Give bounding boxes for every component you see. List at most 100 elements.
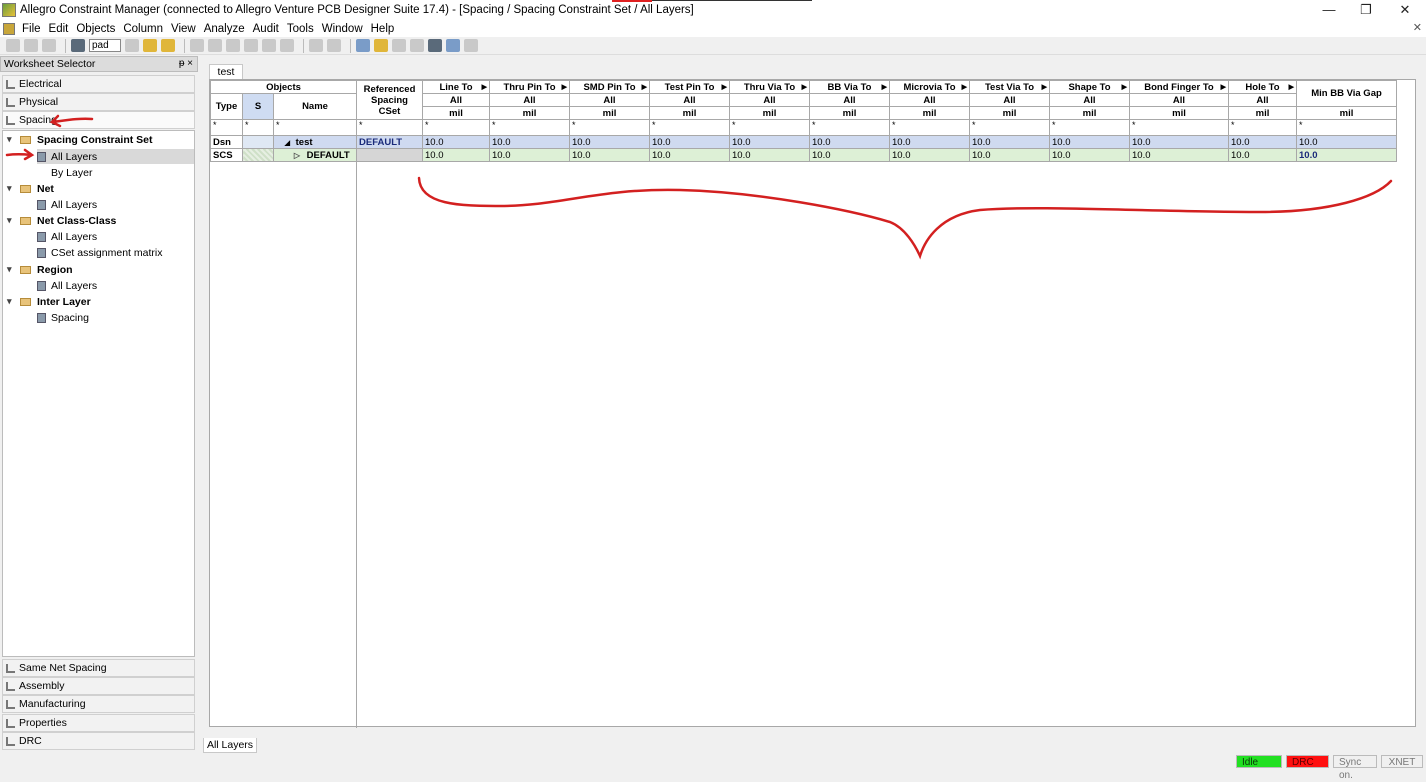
value-cell[interactable]: 10.0 — [889, 148, 970, 162]
cset-cell[interactable] — [356, 148, 423, 162]
name-cell[interactable]: ▷ DEFAULT — [273, 148, 357, 162]
tree-node-spacing-all-layers[interactable]: All Layers — [37, 149, 194, 164]
filter-cell[interactable]: * — [1049, 119, 1130, 136]
tree-node-spacing-constraint-set[interactable]: ▾ Spacing Constraint Set — [7, 132, 153, 147]
tree-node-net-class-class[interactable]: ▾ Net Class-Class — [7, 213, 116, 228]
filter-icon[interactable] — [190, 39, 204, 52]
menu-view[interactable]: View — [167, 23, 200, 35]
audit-icon[interactable] — [410, 39, 424, 52]
filter-cell[interactable]: * — [489, 119, 570, 136]
value-cell[interactable]: 10.0 — [729, 148, 810, 162]
analyze-icon[interactable] — [392, 39, 406, 52]
filter-buses-icon[interactable] — [262, 39, 276, 52]
collapse-icon[interactable]: ▾ — [7, 296, 17, 307]
cset-header[interactable]: Referenced Spacing CSet — [356, 80, 423, 120]
pin-close-icon[interactable]: ᵽ × — [179, 57, 193, 71]
expand-arrow-icon[interactable]: ▶ — [802, 83, 807, 91]
value-cell[interactable]: 10.0 — [809, 135, 890, 149]
column-header[interactable]: Test Via To ▶ — [969, 80, 1050, 94]
paste-icon[interactable] — [42, 39, 56, 52]
filter-groups-icon[interactable] — [280, 39, 294, 52]
column-header[interactable]: Microvia To ▶ — [889, 80, 970, 94]
tree-node-region[interactable]: ▾ Region — [7, 262, 73, 277]
value-cell[interactable]: 10.0 — [889, 135, 970, 149]
expand-arrow-icon[interactable]: ▶ — [562, 83, 567, 91]
value-cell[interactable]: 10.0 — [422, 148, 490, 162]
column-header[interactable]: SMD Pin To ▶ — [569, 80, 650, 94]
menu-edit[interactable]: Edit — [45, 23, 73, 35]
expand-arrow-icon[interactable]: ▶ — [642, 83, 647, 91]
tab-physical[interactable]: Physical — [2, 93, 195, 111]
column-header-min-bb-via-gap[interactable]: Min BB Via Gap — [1296, 80, 1397, 107]
filter-cell[interactable]: * — [356, 119, 423, 136]
filter-cell[interactable]: * — [649, 119, 730, 136]
status-xnet[interactable]: XNET — [1381, 755, 1423, 768]
type-cell[interactable]: SCS — [210, 148, 243, 162]
menu-file[interactable]: File — [18, 23, 45, 35]
tree-node-ncc-all-layers[interactable]: All Layers — [37, 229, 97, 244]
value-cell[interactable]: 10.0 — [569, 148, 650, 162]
expand-icon[interactable]: ▷ — [276, 151, 300, 160]
tab-electrical[interactable]: Electrical — [2, 75, 195, 93]
value-cell[interactable]: 10.0 — [649, 135, 730, 149]
tree-node-inter-layer[interactable]: ▾ Inter Layer — [7, 294, 91, 309]
menu-window[interactable]: Window — [318, 23, 367, 35]
tree-node-inter-layer-spacing[interactable]: Spacing — [37, 310, 89, 325]
column-header[interactable]: Shape To ▶ — [1049, 80, 1130, 94]
assign-icon[interactable] — [374, 39, 388, 52]
close-document-button[interactable]: ✕ — [1413, 21, 1422, 34]
tab-properties[interactable]: Properties — [2, 714, 195, 732]
back-arrow-icon[interactable] — [309, 39, 323, 52]
menu-tools[interactable]: Tools — [283, 23, 318, 35]
tree-node-net-all-layers[interactable]: All Layers — [37, 197, 97, 212]
tree-node-net[interactable]: ▾ Net — [7, 181, 54, 196]
menu-column[interactable]: Column — [119, 23, 167, 35]
value-cell[interactable]: 10.0 — [1228, 148, 1297, 162]
column-header[interactable]: Test Pin To ▶ — [649, 80, 730, 94]
cset-cell[interactable]: DEFAULT — [356, 135, 423, 149]
filter-cell[interactable]: * — [273, 119, 357, 136]
expand-arrow-icon[interactable]: ▶ — [1042, 83, 1047, 91]
menu-audit[interactable]: Audit — [249, 23, 283, 35]
expand-arrow-icon[interactable]: ▶ — [1289, 83, 1294, 91]
s-cell[interactable] — [242, 135, 274, 149]
name-header[interactable]: Name — [273, 93, 357, 120]
value-cell[interactable]: 10.0 — [422, 135, 490, 149]
collapse-icon[interactable]: ▾ — [7, 264, 17, 275]
value-cell[interactable]: 10.0 — [489, 148, 570, 162]
collapse-icon[interactable]: ▾ — [7, 134, 17, 145]
type-cell[interactable]: Dsn — [210, 135, 243, 149]
menu-analyze[interactable]: Analyze — [200, 23, 249, 35]
value-cell[interactable]: 10.0 — [1129, 148, 1229, 162]
value-cell[interactable]: 10.0 — [1296, 135, 1397, 149]
column-header[interactable]: Line To ▶ — [422, 80, 490, 94]
value-cell[interactable]: 10.0 — [1296, 148, 1397, 162]
filter-cell[interactable]: * — [242, 119, 274, 136]
filter-diffpairs-icon[interactable] — [244, 39, 258, 52]
minimize-button[interactable]: — — [1310, 0, 1348, 20]
value-cell[interactable]: 10.0 — [1129, 135, 1229, 149]
sheet-tab-all-layers[interactable]: All Layers — [203, 738, 257, 753]
close-button[interactable]: ✕ — [1386, 0, 1424, 20]
tab-manufacturing[interactable]: Manufacturing — [2, 695, 195, 713]
refresh-icon[interactable] — [446, 39, 460, 52]
filter-cell[interactable]: * — [889, 119, 970, 136]
tools-icon[interactable] — [428, 39, 442, 52]
value-cell[interactable]: 10.0 — [969, 148, 1050, 162]
value-cell[interactable]: 10.0 — [1049, 148, 1130, 162]
value-cell[interactable]: 10.0 — [1049, 135, 1130, 149]
tab-drc[interactable]: DRC — [2, 732, 195, 750]
menu-help[interactable]: Help — [367, 23, 399, 35]
highlight-icon[interactable] — [143, 39, 157, 52]
status-sync[interactable]: Sync on. — [1333, 755, 1377, 781]
tree-node-by-layer[interactable]: By Layer — [37, 165, 92, 180]
expand-arrow-icon[interactable]: ▶ — [1122, 83, 1127, 91]
type-header[interactable]: Type — [210, 93, 243, 120]
tree-node-region-all-layers[interactable]: All Layers — [37, 278, 97, 293]
dehighlight-icon[interactable] — [161, 39, 175, 52]
expand-arrow-icon[interactable]: ▶ — [962, 83, 967, 91]
column-header[interactable]: Bond Finger To ▶ — [1129, 80, 1229, 94]
tab-assembly[interactable]: Assembly — [2, 677, 195, 695]
tab-spacing[interactable]: Spacing — [2, 111, 195, 129]
value-cell[interactable]: 10.0 — [969, 135, 1050, 149]
